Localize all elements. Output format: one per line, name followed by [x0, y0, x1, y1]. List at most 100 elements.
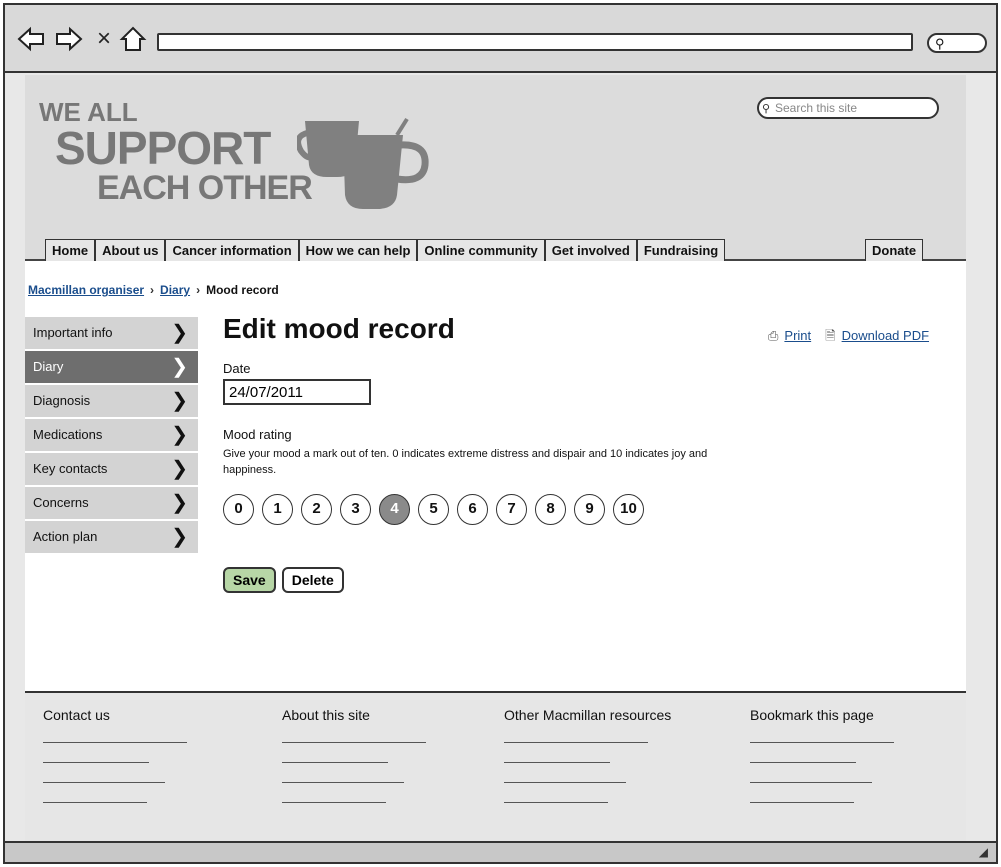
- main-content: Edit mood record ⎙ Print 🗎 Download PDF Dat…: [223, 313, 943, 593]
- date-field[interactable]: [223, 379, 371, 405]
- delete-button[interactable]: Delete: [281, 567, 344, 593]
- footer-heading: Other Macmillan resources: [504, 707, 672, 723]
- footer-heading: About this site: [282, 707, 370, 723]
- breadcrumb-link-organiser[interactable]: Macmillan organiser: [28, 283, 144, 297]
- home-button[interactable]: [119, 25, 147, 53]
- browser-search-box[interactable]: ⚲: [927, 33, 987, 53]
- chevron-right-icon: ❯: [171, 526, 188, 548]
- page-viewport: WE ALL SUPPORT EACH OTHER ⚲ Search this …: [25, 75, 966, 841]
- address-bar[interactable]: [157, 33, 913, 51]
- footer-placeholder-line: [504, 762, 610, 763]
- sidebar-item-diagnosis[interactable]: Diagnosis ❯: [25, 385, 198, 417]
- arrow-left-icon: [17, 26, 44, 52]
- site-header: WE ALL SUPPORT EACH OTHER ⚲ Search this …: [25, 75, 966, 261]
- home-icon: [119, 26, 147, 51]
- chevron-right-icon: ❯: [171, 390, 188, 412]
- rating-option-10[interactable]: 10: [613, 494, 644, 525]
- sidebar-item-label: Important info: [33, 325, 113, 340]
- printer-icon: ⎙: [768, 328, 779, 343]
- sidebar-item-medications[interactable]: Medications ❯: [25, 419, 198, 451]
- footer-heading: Bookmark this page: [750, 707, 874, 723]
- mood-rating-label: Mood rating: [223, 427, 292, 442]
- main-nav: Home About us Cancer information How we …: [45, 239, 924, 261]
- stop-button[interactable]: ×: [97, 25, 111, 53]
- footer-placeholder-line: [750, 782, 872, 783]
- logo-line-3: EACH OTHER: [97, 169, 313, 207]
- search-icon: ⚲: [762, 103, 771, 115]
- chevron-right-icon: ❯: [171, 492, 188, 514]
- save-button[interactable]: Save: [223, 567, 276, 593]
- chevron-right-icon: ›: [150, 283, 155, 297]
- mood-rating-help: Give your mood a mark out of ten. 0 indi…: [223, 448, 708, 476]
- chevron-right-icon: ›: [196, 283, 201, 297]
- rating-option-6[interactable]: 6: [457, 494, 488, 525]
- footer-placeholder-line: [750, 762, 856, 763]
- form-buttons: Save Delete: [223, 567, 943, 593]
- rating-option-7[interactable]: 7: [496, 494, 527, 525]
- chevron-right-icon: ❯: [171, 458, 188, 480]
- tab-home[interactable]: Home: [45, 239, 96, 261]
- download-pdf-link[interactable]: Download PDF: [842, 328, 929, 343]
- site-logo[interactable]: WE ALL SUPPORT EACH OTHER: [39, 99, 313, 207]
- mood-rating-options: 0 1 2 3 4 5 6 7 8 9 10: [223, 494, 943, 525]
- breadcrumb-current: Mood record: [206, 283, 279, 297]
- footer-column-contact: Contact us: [43, 707, 189, 803]
- rating-option-8[interactable]: 8: [535, 494, 566, 525]
- footer-placeholder-line: [282, 782, 404, 783]
- rating-option-5[interactable]: 5: [418, 494, 449, 525]
- tab-cancer-information[interactable]: Cancer information: [165, 239, 299, 261]
- sidebar: Important info ❯ Diary ❯ Diagnosis ❯ Medica…: [25, 317, 198, 555]
- footer-placeholder-line: [504, 782, 626, 783]
- sidebar-item-diary[interactable]: Diary ❯: [25, 351, 198, 383]
- browser-status-bar: ◢: [5, 841, 996, 862]
- tab-online-community[interactable]: Online community: [417, 239, 545, 261]
- print-link[interactable]: Print: [784, 328, 811, 343]
- breadcrumb-link-diary[interactable]: Diary: [160, 283, 190, 297]
- footer-placeholder-line: [750, 802, 854, 803]
- arrow-right-icon: [56, 26, 83, 52]
- footer-placeholder-line: [282, 742, 426, 743]
- browser-toolbar: × ⚲: [5, 5, 996, 73]
- tab-about-us[interactable]: About us: [95, 239, 166, 261]
- chevron-right-icon: ❯: [171, 356, 188, 378]
- rating-option-9[interactable]: 9: [574, 494, 605, 525]
- footer-placeholder-line: [504, 802, 608, 803]
- footer-placeholder-line: [504, 742, 648, 743]
- back-button[interactable]: [17, 25, 45, 53]
- browser-window: × ⚲ WE ALL SUPPORT EACH OTHER ⚲ Search t…: [3, 3, 998, 864]
- footer-column-about: About this site: [282, 707, 428, 803]
- page-actions: ⎙ Print 🗎 Download PDF: [768, 327, 929, 349]
- footer-column-resources: Other Macmillan resources: [504, 707, 684, 803]
- rating-option-3[interactable]: 3: [340, 494, 371, 525]
- footer-placeholder-line: [750, 742, 894, 743]
- sidebar-item-key-contacts[interactable]: Key contacts ❯: [25, 453, 198, 485]
- rating-option-2[interactable]: 2: [301, 494, 332, 525]
- site-search-input[interactable]: ⚲ Search this site: [757, 97, 939, 119]
- tab-how-we-can-help[interactable]: How we can help: [298, 239, 418, 261]
- tab-get-involved[interactable]: Get involved: [544, 239, 637, 261]
- site-search-placeholder: Search this site: [775, 101, 858, 115]
- footer-column-bookmark: Bookmark this page: [750, 707, 910, 803]
- footer-placeholder-line: [282, 802, 386, 803]
- sidebar-item-label: Medications: [33, 427, 103, 442]
- pdf-icon: 🗎: [825, 328, 836, 343]
- chevron-right-icon: ❯: [171, 322, 188, 344]
- rating-option-0[interactable]: 0: [223, 494, 254, 525]
- sidebar-item-important-info[interactable]: Important info ❯: [25, 317, 198, 349]
- tab-donate[interactable]: Donate: [865, 239, 924, 261]
- sidebar-item-concerns[interactable]: Concerns ❯: [25, 487, 198, 519]
- rating-option-4[interactable]: 4: [379, 494, 410, 525]
- date-label: Date: [223, 361, 251, 376]
- sidebar-item-label: Diary: [33, 359, 64, 374]
- chevron-right-icon: ❯: [171, 424, 188, 446]
- footer-placeholder-line: [43, 782, 165, 783]
- footer-placeholder-line: [282, 762, 388, 763]
- forward-button[interactable]: [55, 25, 83, 53]
- sidebar-item-label: Action plan: [33, 529, 98, 544]
- rating-option-1[interactable]: 1: [262, 494, 293, 525]
- footer-placeholder-line: [43, 742, 187, 743]
- tab-fundraising[interactable]: Fundraising: [636, 239, 726, 261]
- sidebar-item-label: Concerns: [33, 495, 89, 510]
- resize-grip-icon[interactable]: ◢: [979, 845, 988, 859]
- sidebar-item-action-plan[interactable]: Action plan ❯: [25, 521, 198, 553]
